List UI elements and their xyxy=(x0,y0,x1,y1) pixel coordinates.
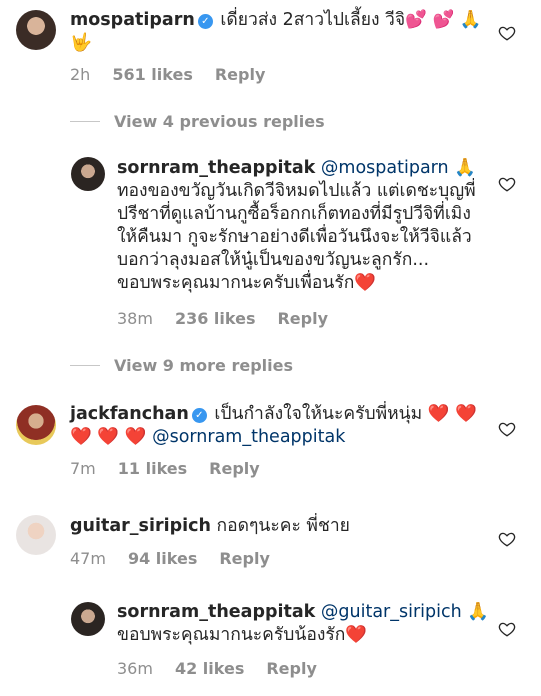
username[interactable]: mospatiparn xyxy=(70,10,195,30)
verified-badge-icon: ✓ xyxy=(197,14,213,29)
comment-meta: 7m 11 likes Reply xyxy=(70,459,282,478)
emoji-tail: 💕 💕 🙏 xyxy=(405,10,482,30)
comment-meta: 2h 561 likes Reply xyxy=(70,65,287,84)
likes-count[interactable]: 42 likes xyxy=(175,659,244,678)
heart-icon[interactable] xyxy=(498,420,516,438)
comment-meta: 38m 236 likes Reply xyxy=(117,309,350,328)
heart-emoji: ❤️ xyxy=(354,273,377,293)
comment-meta: 36m 42 likes Reply xyxy=(117,659,339,678)
username[interactable]: guitar_siripich xyxy=(70,516,211,536)
view-more-replies-button[interactable]: View 9 more replies xyxy=(70,356,293,375)
comment-body: jackfanchan ✓ เป็นกำลังใจให้นะครับพี่หนุ่… xyxy=(70,403,490,449)
reply-button[interactable]: Reply xyxy=(219,549,270,568)
username[interactable]: jackfanchan xyxy=(70,404,189,424)
timestamp: 47m xyxy=(70,549,106,568)
text-line: ทองของขวัญวันเกิดวีจิหมดไปแล้ว แต่เดชะบุ… xyxy=(117,181,476,201)
heart-icon[interactable] xyxy=(498,620,516,638)
comment-meta: 47m 94 likes Reply xyxy=(70,549,292,568)
comment-text: กอดๆนะคะ พี่ชาย xyxy=(216,516,350,536)
heart-icon[interactable] xyxy=(498,175,516,193)
avatar[interactable] xyxy=(16,405,56,445)
avatar[interactable] xyxy=(16,515,56,555)
likes-count[interactable]: 94 likes xyxy=(128,549,197,568)
comment-text: เดี่ยวส่ง 2สาวไปเลี้ยง วีจิ xyxy=(220,10,406,30)
avatar[interactable] xyxy=(71,602,105,636)
username[interactable]: sornram_theappitak xyxy=(117,602,315,622)
divider xyxy=(70,365,100,366)
timestamp: 2h xyxy=(70,65,91,84)
divider xyxy=(70,121,100,122)
comment-body: sornram_theappitak @guitar_siripich 🙏 ขอ… xyxy=(117,601,497,647)
heart-emoji: ❤️ ❤️ xyxy=(427,404,477,424)
reply-button[interactable]: Reply xyxy=(266,659,317,678)
heart-icon[interactable] xyxy=(498,24,516,42)
text-line: ปรีชาที่ดูแลบ้านกูซื้อร็อกกเก็ตทองที่มีร… xyxy=(117,204,471,224)
emoji: 🙏 xyxy=(467,602,490,622)
comment-body: mospatiparn ✓ เดี่ยวส่ง 2สาวไปเลี้ยง วีจิ… xyxy=(70,9,490,55)
avatar[interactable] xyxy=(71,157,105,191)
heart-icon[interactable] xyxy=(498,530,516,548)
likes-count[interactable]: 236 likes xyxy=(175,309,256,328)
verified-badge-icon: ✓ xyxy=(191,408,207,423)
text-line: บอกว่าลุงมอสให้นู๋เป็นของขวัญนะลูกรัก... xyxy=(117,250,430,270)
text-line: ให้คืนมา กูจะรักษาอย่างดีเพื่อวันนึงจะให… xyxy=(117,227,472,247)
likes-count[interactable]: 11 likes xyxy=(118,459,187,478)
view-previous-replies-button[interactable]: View 4 previous replies xyxy=(70,112,325,131)
comment-body: guitar_siripich กอดๆนะคะ พี่ชาย xyxy=(70,515,490,538)
text-line: ขอบพระคุณมากนะครับเพื่อนรัก xyxy=(117,273,355,293)
mention-link[interactable]: @mospatiparn xyxy=(321,158,449,178)
timestamp: 36m xyxy=(117,659,153,678)
likes-count[interactable]: 561 likes xyxy=(112,65,193,84)
heart-emoji: ❤️ xyxy=(345,625,368,645)
avatar[interactable] xyxy=(16,10,56,50)
comment-text: ขอบพระคุณมากนะครับน้องรัก xyxy=(117,625,346,645)
timestamp: 38m xyxy=(117,309,153,328)
emoji: 🙏 xyxy=(454,158,477,178)
comment-body: sornram_theappitak @mospatiparn 🙏 ทองของ… xyxy=(117,157,497,295)
timestamp: 7m xyxy=(70,459,96,478)
comment-text: เป็นกำลังใจให้นะครับพี่หนุ่ม xyxy=(214,404,423,424)
reply-button[interactable]: Reply xyxy=(209,459,260,478)
reply-button[interactable]: Reply xyxy=(215,65,266,84)
mention-link[interactable]: @guitar_siripich xyxy=(321,602,462,622)
mention-link[interactable]: @sornram_theappitak xyxy=(152,427,345,447)
username[interactable]: sornram_theappitak xyxy=(117,158,315,178)
heart-emoji: ❤️ ❤️ ❤️ xyxy=(70,427,147,447)
reply-button[interactable]: Reply xyxy=(277,309,328,328)
emoji-line: 🤟 xyxy=(70,33,92,53)
